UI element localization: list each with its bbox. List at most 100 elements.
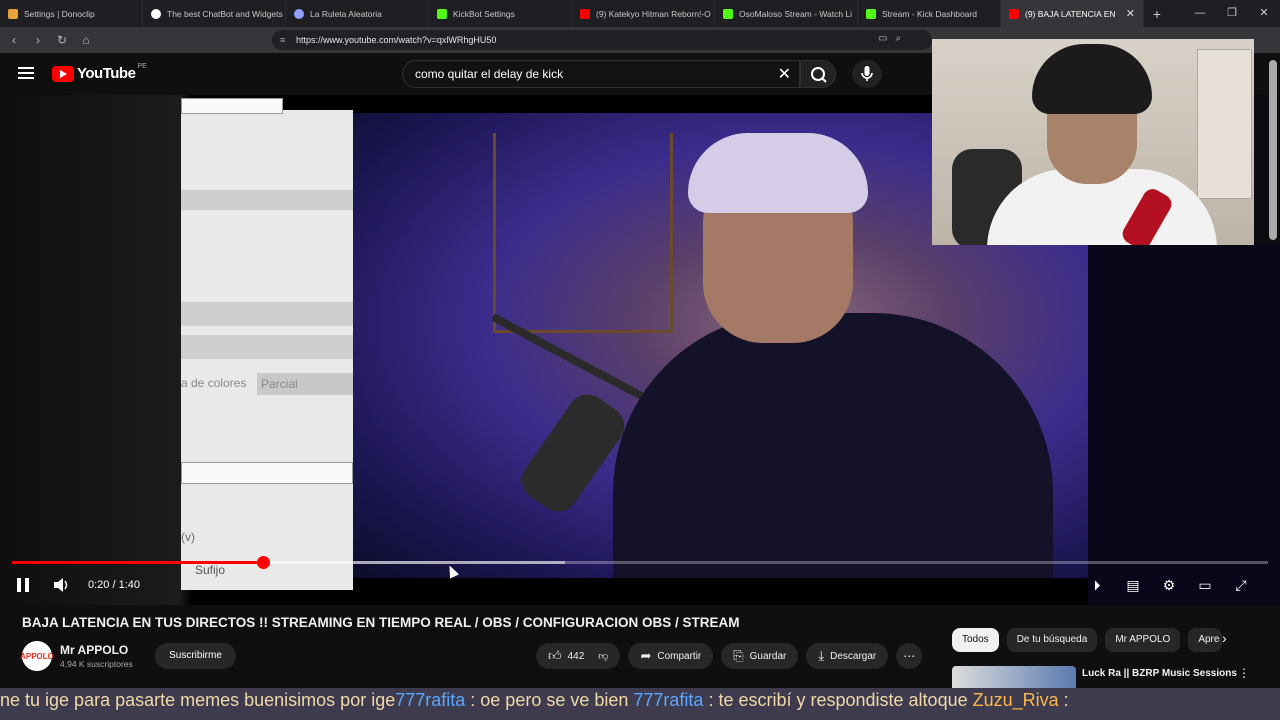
tab-label: La Ruleta Aleatoria <box>310 8 382 19</box>
chip-channel[interactable]: Mr APPOLO <box>1105 628 1181 652</box>
youtube-logo[interactable]: YouTube PE <box>52 63 147 82</box>
save-button[interactable]: ⎘ Guardar <box>721 643 799 669</box>
channel-avatar[interactable]: APPOLO <box>20 641 54 671</box>
browser-tab[interactable]: Stream - Kick Dashboard <box>858 0 1001 27</box>
pause-button[interactable] <box>12 574 34 596</box>
url-field[interactable]: ≡ https://www.youtube.com/watch?v=qxlWRh… <box>272 30 932 50</box>
subscribe-button[interactable]: Suscribirme <box>155 643 236 669</box>
more-actions-icon[interactable]: ⋯ <box>896 643 923 669</box>
youtube-logo-text: YouTube <box>77 65 136 82</box>
recommended-title[interactable]: Luck Ra || BZRP Music Sessions <box>1082 668 1237 679</box>
subscriber-count: 4,94 K suscriptores <box>60 659 133 669</box>
close-tab-icon[interactable]: ✕ <box>1126 7 1135 20</box>
browser-tab[interactable]: (9) Katekyo Hitman Reborn!-O <box>572 0 715 27</box>
browser-tab[interactable]: The best ChatBot and Widgets <box>143 0 286 27</box>
volume-icon <box>54 578 68 592</box>
tab-label: KickBot Settings <box>453 8 515 19</box>
autoplay-toggle-icon[interactable]: ⏵ <box>1086 575 1108 595</box>
settings-gear-icon[interactable]: ⚙ <box>1158 575 1180 595</box>
minimize-icon[interactable]: — <box>1184 0 1216 27</box>
search-input[interactable]: como quitar el delay de kick ✕ <box>402 60 800 88</box>
close-window-icon[interactable]: ✕ <box>1248 0 1280 27</box>
share-icon: ➦ <box>640 648 652 663</box>
channel-text: Mr APPOLO 4,94 K suscriptores <box>60 643 133 669</box>
browser-tab[interactable]: OsoMaloso Stream - Watch Li <box>715 0 858 27</box>
youtube-favicon-icon <box>580 8 590 19</box>
like-button[interactable]: 👍︎ 442 👎︎ <box>536 643 621 669</box>
back-icon[interactable]: ‹ <box>4 33 24 47</box>
screen-row <box>181 302 353 326</box>
download-button[interactable]: ⤓ Descargar <box>806 643 889 669</box>
chip-all[interactable]: Todos <box>952 628 999 652</box>
person-body-shape <box>613 313 1053 578</box>
tab-label: (9) Katekyo Hitman Reborn!-O <box>596 8 711 19</box>
forward-icon[interactable]: › <box>28 33 48 47</box>
clear-search-icon[interactable]: ✕ <box>778 64 791 84</box>
browser-tab[interactable]: La Ruleta Aleatoria <box>286 0 429 27</box>
browser-tab[interactable]: Settings | Donoclip <box>0 0 143 27</box>
played-bar <box>12 561 264 564</box>
home-icon[interactable]: ⌂ <box>76 33 96 47</box>
webcam-overlay <box>932 39 1254 245</box>
country-code: PE <box>137 63 147 70</box>
poster-shape <box>1197 49 1252 199</box>
browser-tab[interactable]: KickBot Settings <box>429 0 572 27</box>
site-info-icon[interactable]: ≡ <box>280 35 285 45</box>
tab-label: OsoMaloso Stream - Watch Li <box>739 8 853 19</box>
menu-icon[interactable] <box>18 67 34 79</box>
donoclip-favicon-icon <box>8 8 18 19</box>
thumbs-up-icon: 👍︎ <box>548 648 562 663</box>
chip-from-search[interactable]: De tu búsqueda <box>1006 628 1098 652</box>
search-query: como quitar el delay de kick <box>415 67 564 81</box>
chatbot-favicon-icon <box>151 8 161 19</box>
tab-label: Settings | Donoclip <box>24 8 95 19</box>
chat-username: 777rafita <box>633 690 704 710</box>
browser-tab-bar: Settings | Donoclip The best ChatBot and… <box>0 0 1280 27</box>
tab-label: The best ChatBot and Widgets <box>167 8 283 19</box>
maximize-icon[interactable]: ❐ <box>1216 0 1248 27</box>
video-screen-capture: a de colores Parcial (v) Sufijo <box>181 98 353 590</box>
video-actions: 👍︎ 442 👎︎ ➦ Compartir ⎘ Guardar ⤓ Descargar ⋯ <box>536 643 923 669</box>
tab-label: (9) BAJA LATENCIA EN <box>1025 8 1116 19</box>
reload-icon[interactable]: ↻ <box>52 33 72 47</box>
cast-icon[interactable]: ▭ <box>878 33 887 44</box>
chat-ticker-text: ne tu ige para pasarte memes buenisimos … <box>0 690 1069 711</box>
bookmark-icon: ⎘ <box>733 648 744 663</box>
screen-row <box>181 335 353 359</box>
url-text: https://www.youtube.com/watch?v=qxlWRhgH… <box>296 35 497 45</box>
chat-message: ne tu ige para pasarte memes buenisimos … <box>0 690 396 710</box>
zoom-icon[interactable]: ⌕ <box>895 33 901 44</box>
person-hair-shape <box>688 133 868 213</box>
more-options-icon[interactable]: ⋮ <box>1238 666 1250 680</box>
thumbs-down-icon[interactable]: 👎︎ <box>598 650 608 662</box>
kick-favicon-icon <box>866 8 876 19</box>
screen-value: Parcial <box>257 373 353 395</box>
browser-tab-active[interactable]: (9) BAJA LATENCIA EN ✕ <box>1001 0 1144 27</box>
share-button[interactable]: ➦ Compartir <box>628 643 714 669</box>
volume-button[interactable] <box>50 574 72 596</box>
chat-ticker-overlay: ne tu ige para pasarte memes buenisimos … <box>0 688 1280 720</box>
page-scrollbar[interactable] <box>1269 60 1277 240</box>
like-count: 442 <box>567 650 585 662</box>
subtitles-icon[interactable]: ▤ <box>1122 575 1144 595</box>
video-title: BAJA LATENCIA EN TUS DIRECTOS !! STREAMI… <box>22 615 740 630</box>
channel-name[interactable]: Mr APPOLO <box>60 643 133 657</box>
screen-label: (v) <box>181 530 195 544</box>
screen-field <box>181 462 353 484</box>
search-button[interactable] <box>800 60 836 88</box>
tab-label: Stream - Kick Dashboard <box>882 8 977 19</box>
voice-search-button[interactable] <box>852 60 882 88</box>
screen-row <box>181 190 353 210</box>
video-progress-bar[interactable] <box>12 556 1268 569</box>
chip-learning[interactable]: Apre <box>1188 628 1223 652</box>
screen-label: Sufijo <box>195 563 226 577</box>
youtube-play-icon <box>52 65 74 82</box>
screen-field <box>181 98 283 114</box>
theater-mode-icon[interactable]: ▭ <box>1194 575 1216 595</box>
video-dark-area <box>1088 245 1280 605</box>
chat-message: : te escribí y respondiste altoque <box>703 690 973 710</box>
youtube-favicon-icon <box>1009 8 1019 19</box>
chevron-right-icon[interactable]: › <box>1222 630 1227 646</box>
fullscreen-icon[interactable]: ⤢ <box>1230 575 1252 595</box>
new-tab-icon[interactable]: + <box>1144 6 1170 22</box>
